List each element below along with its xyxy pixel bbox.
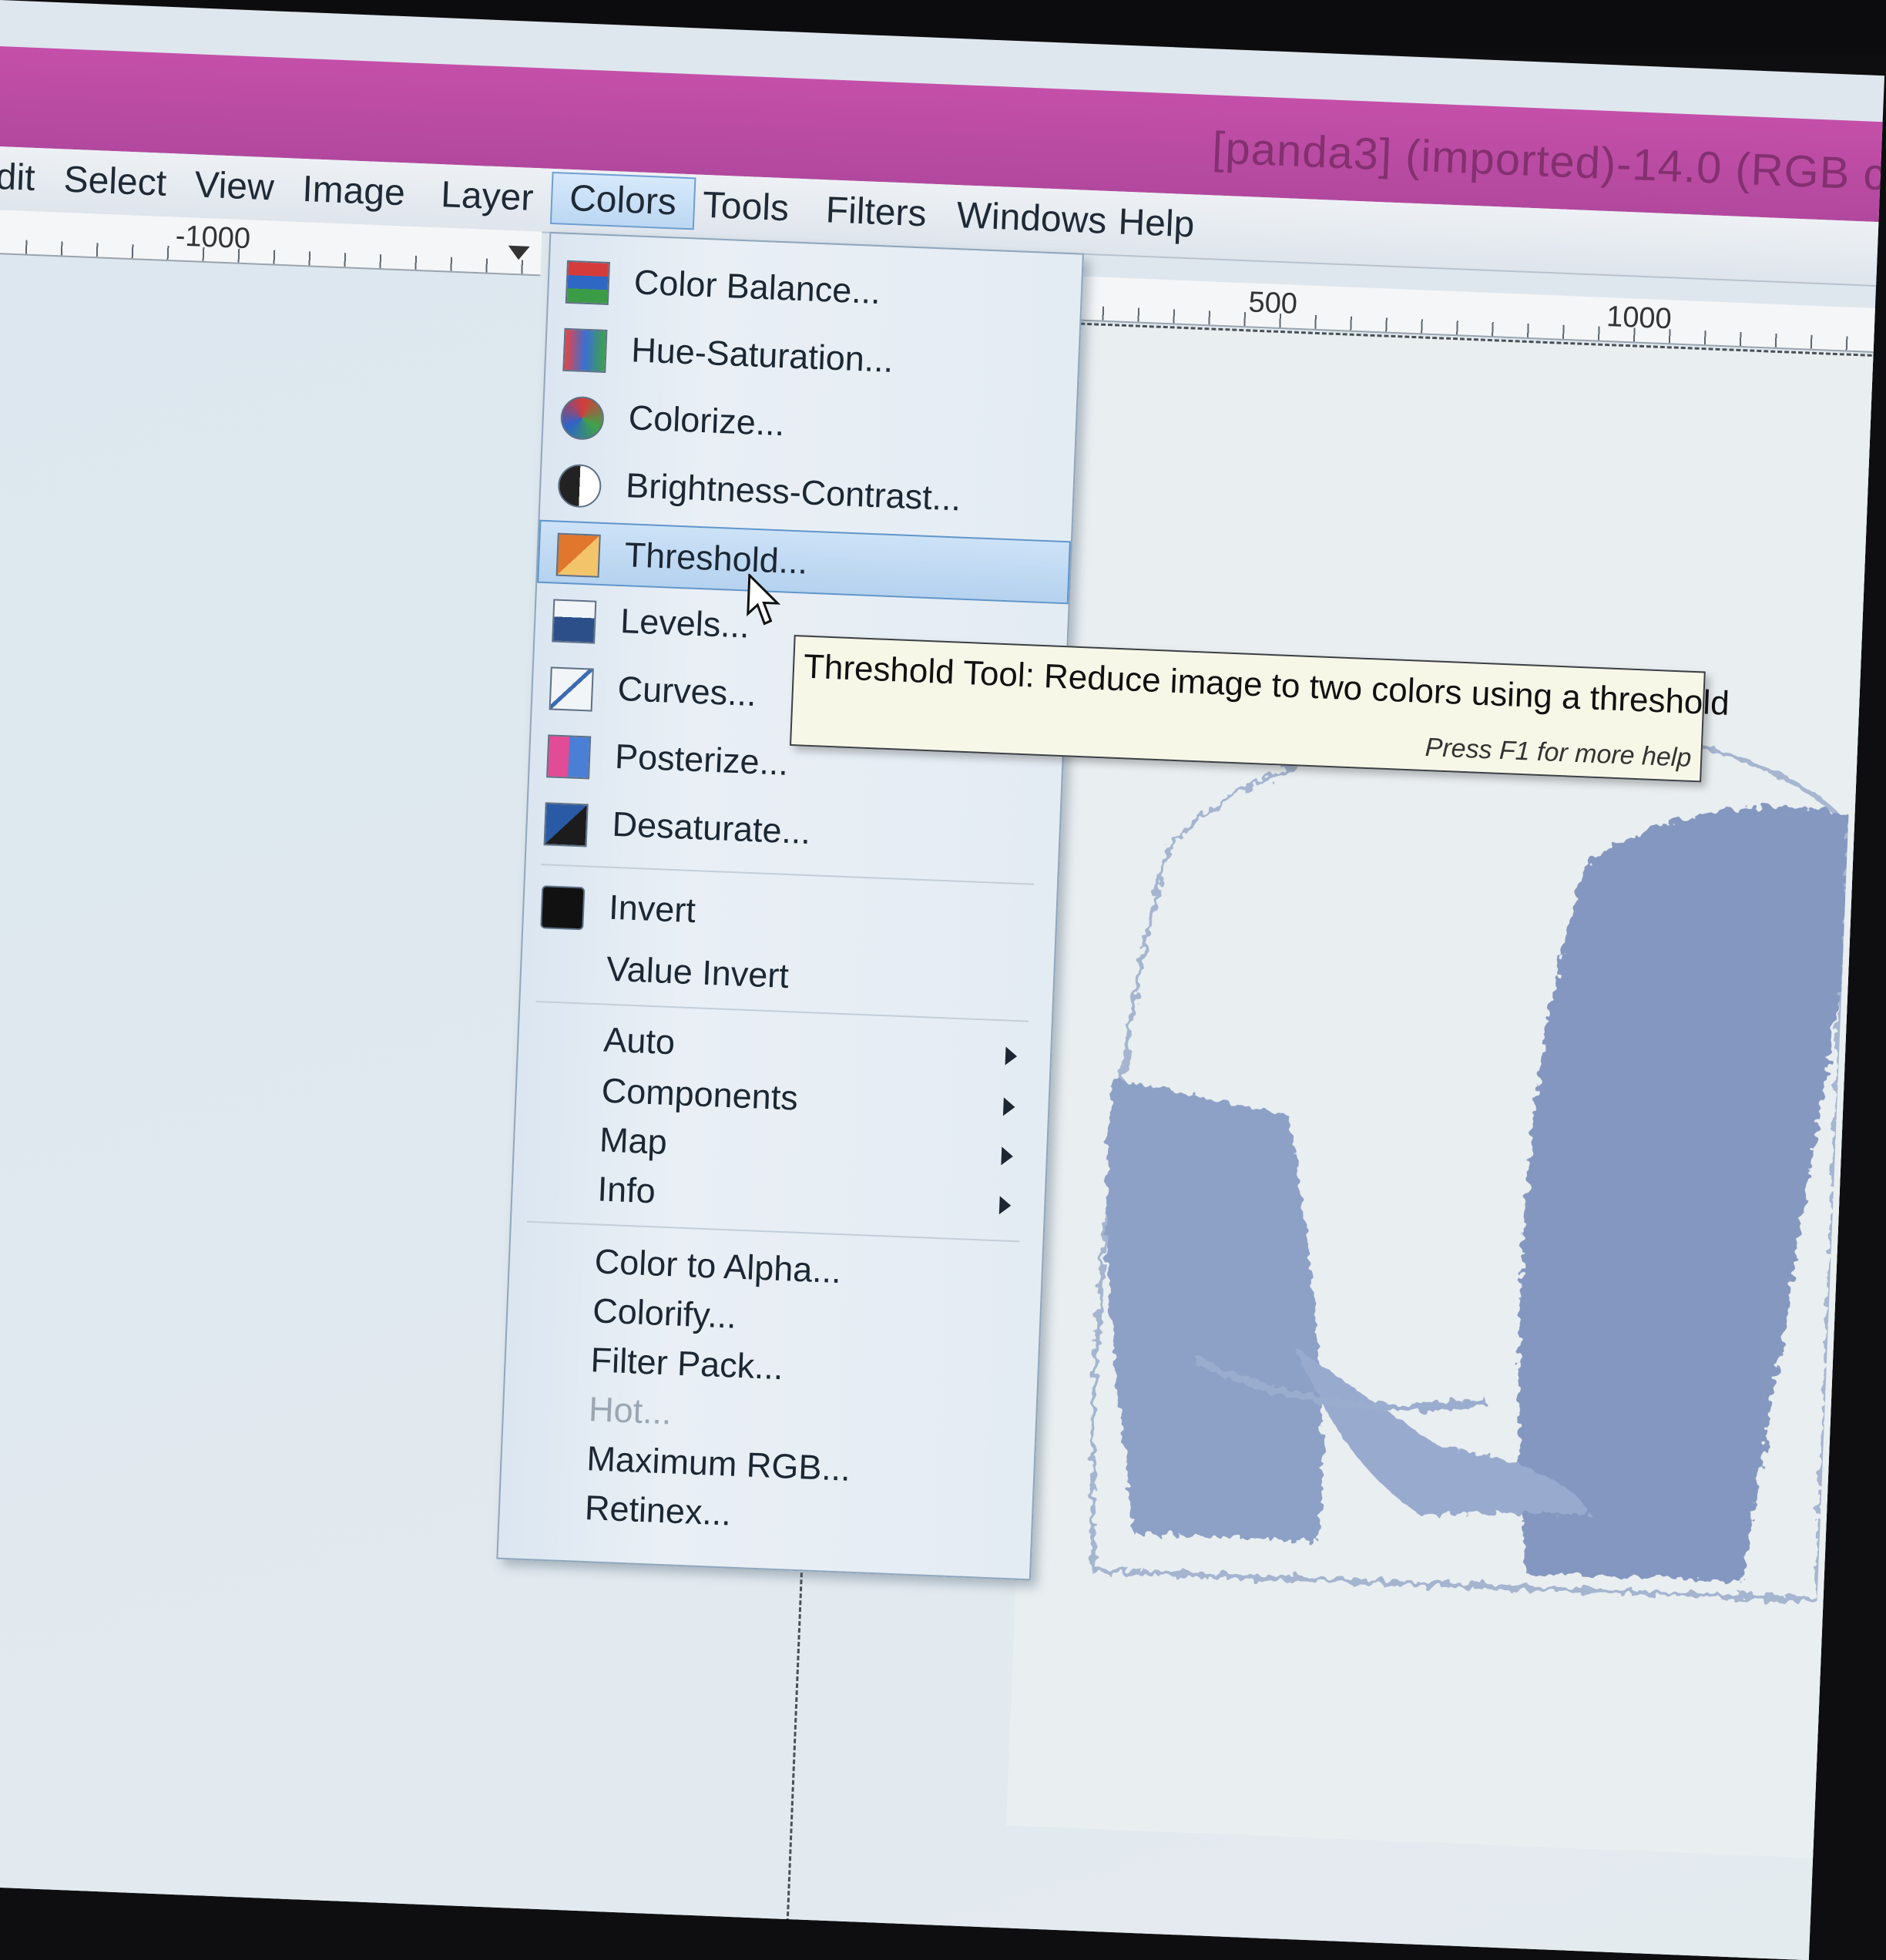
menu-edit[interactable]: dit [0, 152, 53, 204]
menu-item-colorize[interactable]: Colorize... [542, 384, 1076, 466]
color-balance-icon [565, 260, 610, 306]
panda-front-leg [1519, 806, 1849, 1582]
menu-help[interactable]: Help [1100, 197, 1212, 251]
menu-item-brightness-contrast[interactable]: Brightness-Contrast... [540, 452, 1074, 534]
menu-colors[interactable]: Colors [549, 171, 696, 230]
submenu-arrow-icon [998, 1196, 1012, 1215]
gimp-window: [panda3] (imported)-14.0 (RGB colo dit S… [0, 0, 1885, 1960]
submenu-arrow-icon [1002, 1097, 1015, 1117]
colors-dropdown-menu: Color Balance... Hue-Saturation... Color… [496, 231, 1084, 1581]
ruler-menu-arrow-icon[interactable] [508, 245, 530, 260]
ruler-label: 500 [1247, 286, 1298, 321]
submenu-arrow-icon [1005, 1046, 1018, 1066]
levels-icon [552, 599, 597, 644]
colorize-icon [559, 395, 605, 441]
brightness-contrast-icon [557, 463, 602, 508]
hue-saturation-icon [562, 327, 608, 373]
menu-layer[interactable]: Layer [423, 169, 552, 224]
panda-sketch [1090, 725, 1851, 1603]
ruler-label: -1000 [175, 220, 251, 256]
menu-filters[interactable]: Filters [808, 185, 945, 240]
menu-image[interactable]: Image [284, 164, 423, 219]
menu-view[interactable]: View [176, 159, 292, 213]
tooltip-help-hint: Press F1 for more help [1425, 733, 1693, 773]
menu-item-desaturate[interactable]: Desaturate... [526, 790, 1060, 872]
ruler-label: 1000 [1606, 300, 1673, 336]
desaturate-icon [543, 802, 589, 847]
curves-icon [549, 666, 594, 712]
menu-tools[interactable]: Tools [685, 180, 807, 234]
threshold-icon [555, 532, 601, 578]
panda-back-leg [1106, 1078, 1323, 1542]
menu-item-color-balance[interactable]: Color Balance... [548, 249, 1082, 331]
menu-item-hue-saturation[interactable]: Hue-Saturation... [545, 317, 1079, 398]
menu-select[interactable]: Select [45, 155, 184, 210]
invert-icon [540, 885, 586, 931]
posterize-icon [546, 734, 592, 780]
mouse-pointer-icon [747, 573, 781, 626]
menu-windows[interactable]: Windows [938, 190, 1124, 247]
submenu-arrow-icon [1001, 1146, 1014, 1166]
